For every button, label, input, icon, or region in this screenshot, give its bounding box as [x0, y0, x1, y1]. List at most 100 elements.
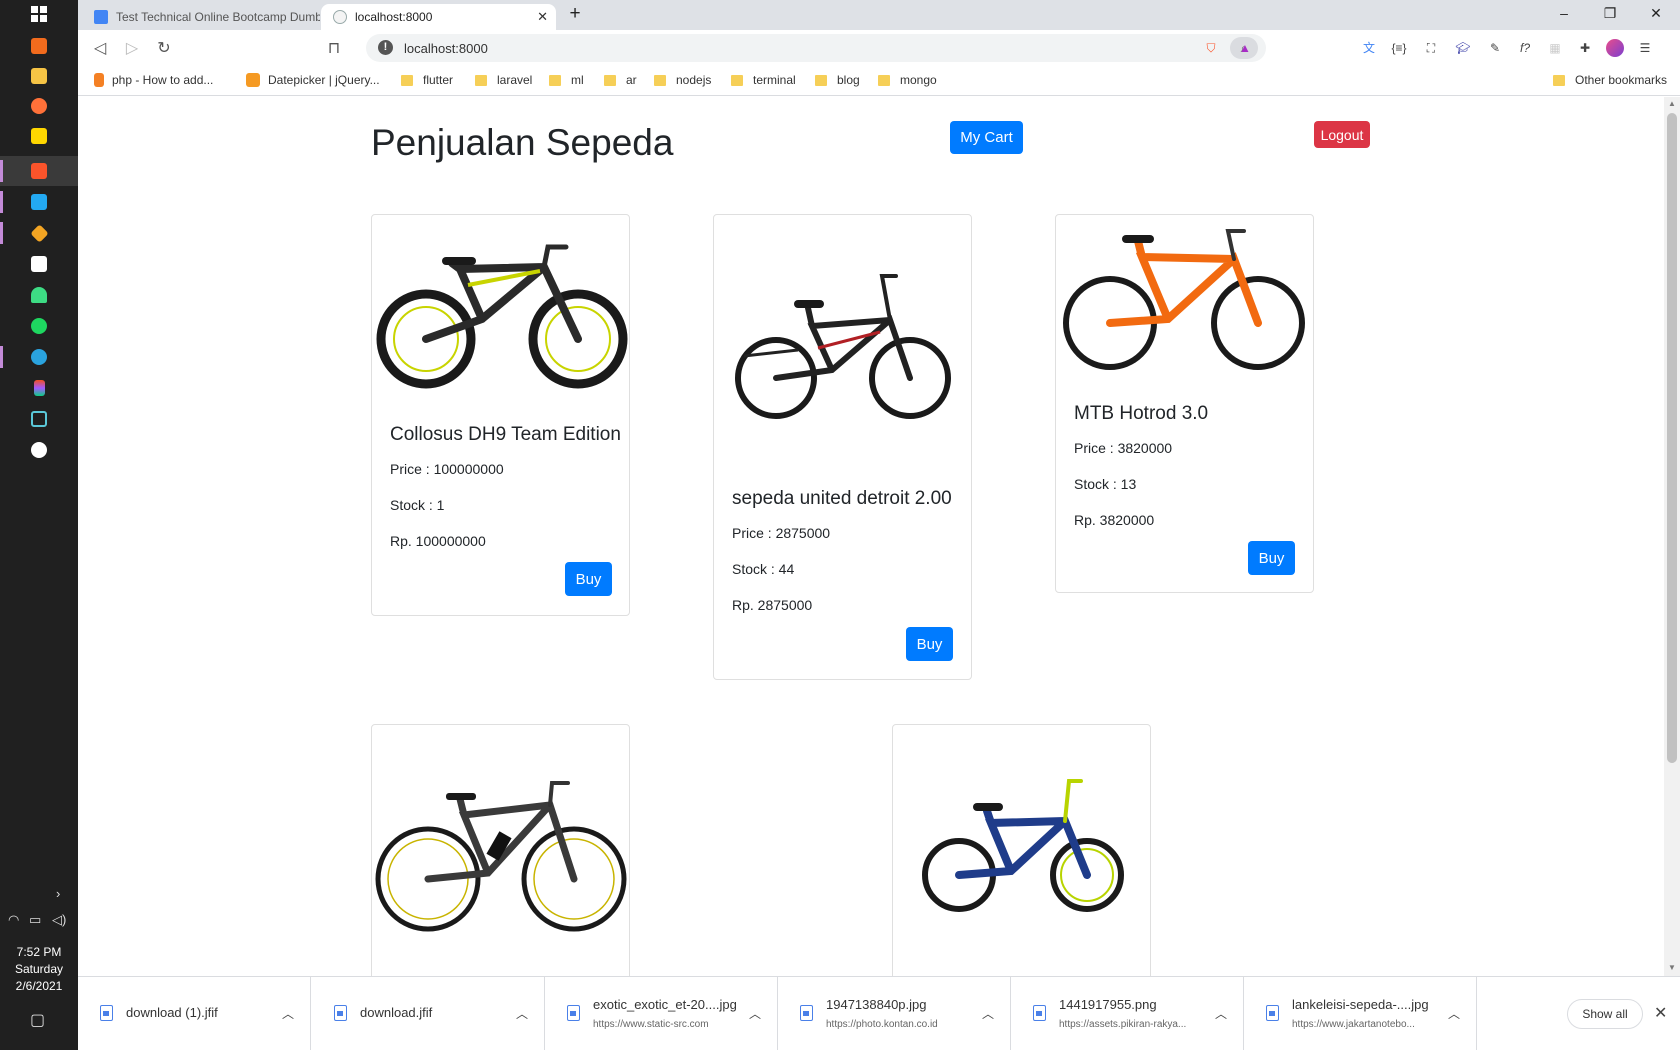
buy-button[interactable]: Buy	[1248, 541, 1295, 575]
download-item[interactable]: 1441917955.png https://assets.pikiran-ra…	[1011, 977, 1244, 1050]
figma-icon[interactable]	[27, 376, 51, 400]
tab-localhost[interactable]: localhost:8000 ✕	[321, 4, 556, 30]
buy-button[interactable]: Buy	[906, 627, 953, 661]
download-item[interactable]: 1947138840p.jpg https://photo.kontan.co.…	[778, 977, 1011, 1050]
scrollbar-thumb[interactable]	[1667, 113, 1677, 763]
product-stock: Stock : 13	[1074, 476, 1137, 492]
new-tab-button[interactable]: +	[565, 3, 585, 25]
bookmark-folder-blog[interactable]: blog	[815, 73, 860, 87]
json-extension-icon[interactable]: {≡}	[1390, 39, 1408, 57]
download-source: https://assets.pikiran-rakya...	[1059, 1019, 1187, 1030]
git-icon[interactable]	[27, 221, 51, 245]
chevron-up-icon[interactable]: ︿	[749, 1005, 761, 1022]
scroll-down-icon[interactable]: ▼	[1668, 963, 1676, 972]
graduation-extension-icon[interactable]: 🎓︎	[1454, 39, 1472, 57]
page-viewport: Penjualan Sepeda My Cart Logout Collosus…	[78, 97, 1664, 976]
app-icon[interactable]	[27, 438, 51, 462]
vscode-icon[interactable]	[27, 190, 51, 214]
sticky-notes-icon[interactable]	[27, 124, 51, 148]
product-image	[372, 223, 631, 393]
file-explorer-icon[interactable]	[27, 64, 51, 88]
running-indicator	[0, 222, 3, 244]
dev-tools-extension-icon[interactable]: ✎	[1486, 39, 1504, 57]
chevron-up-icon[interactable]: ︿	[1448, 1005, 1460, 1022]
volume-icon[interactable]: ◁)	[52, 912, 66, 928]
site-info-icon[interactable]: !	[378, 40, 393, 55]
address-bar[interactable]: ! localhost:8000 ⌕	[366, 34, 1266, 62]
bookmark-folder-ml[interactable]: ml	[549, 73, 584, 87]
chevron-up-icon[interactable]: ︿	[282, 1005, 294, 1022]
reload-icon[interactable]: ↻	[154, 38, 174, 58]
firefox-icon[interactable]	[27, 94, 51, 118]
font-extension-icon[interactable]: f?	[1516, 39, 1534, 57]
show-all-downloads-button[interactable]: Show all	[1567, 999, 1643, 1029]
close-shelf-icon[interactable]: ✕	[1654, 1003, 1667, 1023]
chevron-up-icon[interactable]: ︿	[982, 1005, 994, 1022]
forward-icon[interactable]: ▷	[122, 38, 142, 58]
bookmarks-bar: php - How to add... Datepicker | jQuery.…	[78, 66, 1680, 96]
chevron-right-icon[interactable]: ›	[56, 886, 60, 901]
bookmark-folder-terminal[interactable]: terminal	[731, 73, 796, 87]
stackoverflow-icon	[94, 73, 104, 87]
telegram-icon[interactable]	[27, 345, 51, 369]
bookmark-folder-ar[interactable]: ar	[604, 73, 637, 87]
translate-extension-icon[interactable]: 文	[1360, 39, 1378, 57]
page-title: Penjualan Sepeda	[371, 122, 674, 163]
product-price: Price : 2875000	[732, 525, 831, 541]
blank-extension-icon[interactable]: ▦	[1546, 39, 1564, 57]
folder-icon	[731, 74, 743, 86]
download-filename: lankeleisi-sepeda-....jpg	[1292, 997, 1429, 1012]
close-tab-icon[interactable]: ✕	[537, 9, 548, 25]
extensions-puzzle-icon[interactable]: ✚	[1576, 39, 1594, 57]
page-scrollbar[interactable]: ▲ ▼	[1664, 97, 1680, 976]
android-studio-icon[interactable]	[27, 283, 51, 307]
close-window-icon[interactable]: ✕	[1646, 5, 1666, 22]
windows-start-icon[interactable]	[27, 2, 51, 26]
tab-title: localhost:8000	[355, 10, 433, 24]
url-text[interactable]: localhost:8000	[404, 41, 488, 56]
bookmark-label: blog	[837, 73, 860, 87]
product-card: sepeda united detroit 2.00 Price : 28750…	[713, 214, 972, 680]
wifi-icon[interactable]: ◠	[8, 912, 19, 928]
battery-icon[interactable]: ▭	[29, 912, 41, 928]
browser-toolbar: ◁ ▷ ↻ ⊓ ! localhost:8000 ⌕ ⛉ ▲ 文 {≡} ⛶ 🎓…	[78, 30, 1680, 66]
notion-icon[interactable]	[27, 252, 51, 276]
bookmark-folder-flutter[interactable]: flutter	[401, 73, 453, 87]
chevron-up-icon[interactable]: ︿	[516, 1005, 528, 1022]
download-item[interactable]: lankeleisi-sepeda-....jpg https://www.ja…	[1244, 977, 1477, 1050]
spotify-icon[interactable]	[27, 314, 51, 338]
tab-google-docs[interactable]: Test Technical Online Bootcamp Dumb	[82, 4, 320, 30]
xampp-icon[interactable]	[27, 34, 51, 58]
scroll-up-icon[interactable]: ▲	[1668, 99, 1676, 108]
restore-icon[interactable]: ❐	[1600, 5, 1620, 22]
brave-browser-icon[interactable]	[27, 159, 51, 183]
bookmark-label: laravel	[497, 73, 533, 87]
running-indicator	[0, 191, 3, 213]
download-item[interactable]: download.jfif ︿	[312, 977, 545, 1050]
bookmark-folder-laravel[interactable]: laravel	[475, 73, 532, 87]
brave-shields-icon[interactable]: ⛉	[1202, 39, 1220, 57]
editor-icon[interactable]	[27, 407, 51, 431]
notification-center-icon[interactable]: ▢	[30, 1010, 45, 1030]
menu-icon[interactable]: ☰	[1636, 39, 1654, 57]
buy-button[interactable]: Buy	[565, 562, 612, 596]
my-cart-button[interactable]: My Cart	[950, 121, 1023, 154]
taskbar-clock[interactable]: 7:52 PM Saturday 2/6/2021	[0, 944, 78, 995]
bookmark-page-icon[interactable]: ⊓	[324, 38, 344, 58]
bookmark-php[interactable]: php - How to add...	[94, 73, 213, 87]
bookmark-folder-nodejs[interactable]: nodejs	[654, 73, 711, 87]
bookmark-datepicker[interactable]: Datepicker | jQuery...	[246, 73, 380, 87]
bookmark-folder-mongo[interactable]: mongo	[878, 73, 937, 87]
profile-avatar[interactable]	[1606, 39, 1624, 57]
bookmark-label: Datepicker | jQuery...	[268, 73, 380, 87]
screenshot-extension-icon[interactable]: ⛶	[1422, 39, 1440, 57]
download-item[interactable]: exotic_exotic_et-20....jpg https://www.s…	[545, 977, 778, 1050]
brave-rewards-icon[interactable]: ▲	[1236, 39, 1254, 57]
back-icon[interactable]: ◁	[90, 38, 110, 58]
minimize-icon[interactable]: –	[1554, 5, 1574, 21]
download-item[interactable]: download (1).jfif ︿	[78, 977, 311, 1050]
image-file-icon	[800, 1005, 813, 1021]
chevron-up-icon[interactable]: ︿	[1215, 1005, 1227, 1022]
other-bookmarks[interactable]: Other bookmarks	[1553, 73, 1667, 87]
logout-button[interactable]: Logout	[1314, 121, 1370, 148]
